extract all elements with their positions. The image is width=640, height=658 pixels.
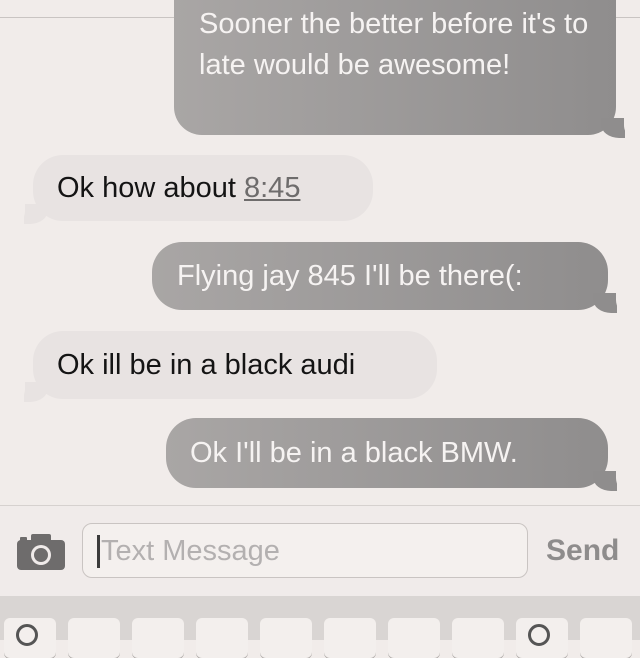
key-glyph [16, 624, 38, 646]
message-text: Ok ill be in a black audi [57, 349, 356, 381]
bubble-tail [601, 118, 625, 138]
keyboard-key[interactable] [516, 618, 568, 658]
keyboard-key[interactable] [4, 618, 56, 658]
keyboard-key[interactable] [452, 618, 504, 658]
keyboard-key[interactable] [580, 618, 632, 658]
message-text: Sooner the better before it's to late wo… [199, 8, 589, 81]
bubble-tail [24, 382, 48, 402]
camera-icon[interactable] [16, 533, 66, 571]
text-cursor [97, 535, 100, 568]
message-text-prefix: Ok how about [57, 172, 244, 204]
bubble-tail [24, 204, 48, 224]
message-text: Ok I'll be in a black BMW. [190, 437, 518, 469]
keyboard-key[interactable] [68, 618, 120, 658]
bubble-tail [593, 471, 617, 491]
keyboard-key[interactable] [324, 618, 376, 658]
key-glyph [528, 624, 550, 646]
message-bubble-outgoing[interactable]: Flying jay 845 I'll be there(: [152, 242, 630, 314]
text-message-input[interactable]: Text Message [82, 523, 528, 578]
keyboard-key[interactable] [132, 618, 184, 658]
message-composer: Text Message Send [0, 505, 640, 596]
keyboard-key[interactable] [196, 618, 248, 658]
message-bubble-incoming[interactable]: Ok how about 8:45 [11, 155, 373, 225]
message-bubble-outgoing[interactable]: Sooner the better before it's to late wo… [174, 0, 638, 139]
keyboard [0, 596, 640, 658]
message-text: Ok how about 8:45 [57, 168, 373, 209]
input-placeholder: Text Message [101, 535, 280, 567]
keyboard-key[interactable] [388, 618, 440, 658]
keyboard-key[interactable] [260, 618, 312, 658]
message-bubble-outgoing[interactable]: Ok I'll be in a black BMW. [166, 418, 630, 492]
message-text: Flying jay 845 I'll be there(: [177, 260, 523, 292]
message-bubble-incoming[interactable]: Ok ill be in a black audi [11, 331, 437, 403]
time-link[interactable]: 8:45 [244, 172, 300, 204]
send-button[interactable]: Send [546, 533, 619, 569]
